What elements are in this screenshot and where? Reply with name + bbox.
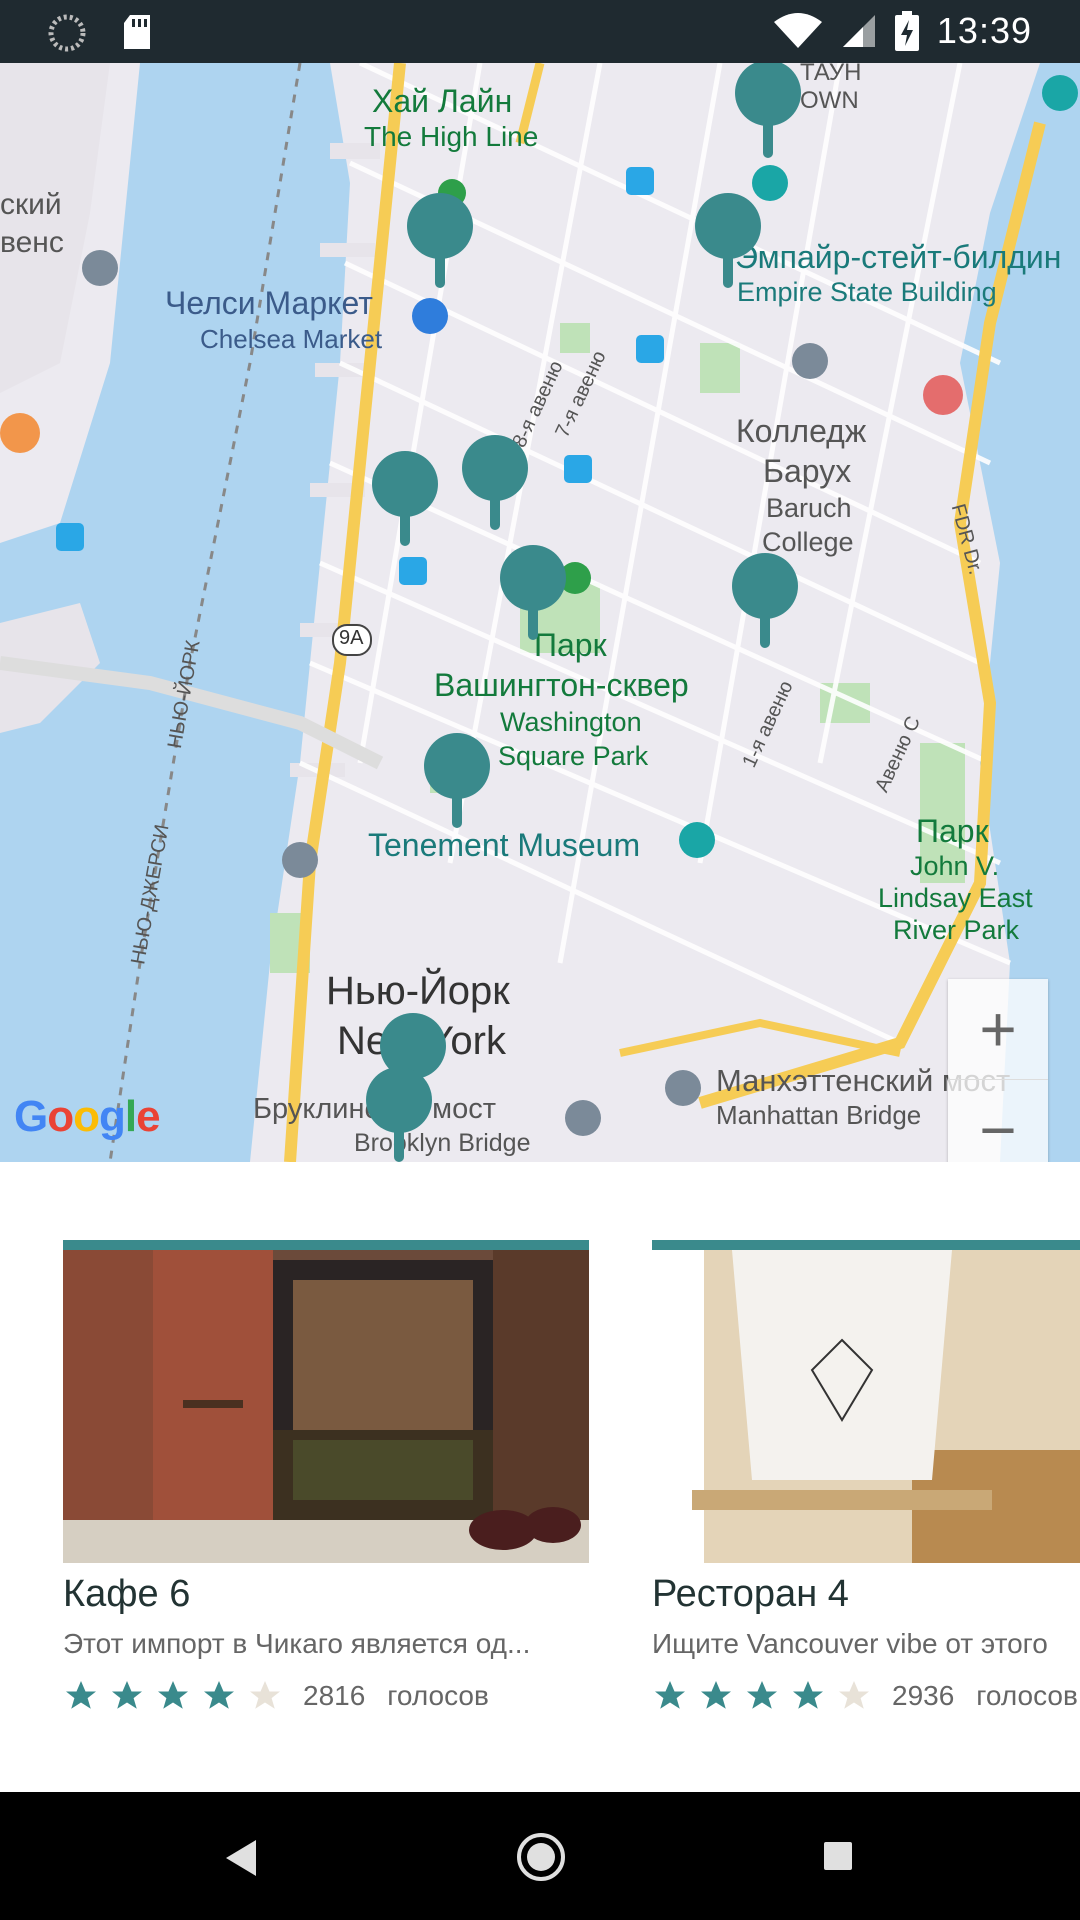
back-icon[interactable] [222,1838,258,1878]
sync-icon [48,14,86,52]
star-filled-icon [66,1681,96,1709]
vote-label: голосов [387,1680,489,1711]
map-label: Вашингтон-сквер [434,667,689,703]
map-view[interactable]: Хай Лайн The High Line Челси Маркет Chel… [0,63,1080,1162]
map-pin[interactable] [693,193,763,288]
map-pin[interactable] [498,545,568,640]
map-label: The High Line [364,121,539,152]
map-label: венс [0,226,64,259]
zoom-controls: + − [948,979,1048,1162]
rating: 2816 голосов [63,1678,589,1714]
place-card[interactable]: Ресторан 4 Ищите Vancouver vibe от этого… [652,1240,1080,1714]
map-pin[interactable] [422,733,492,828]
map-label: Челси Маркет [165,285,373,321]
place-description: Этот импорт в Чикаго является од... [63,1628,531,1659]
navigation-bar [0,1792,1080,1920]
sd-card-icon [124,15,150,49]
home-icon[interactable] [516,1832,566,1882]
star-filled-icon [112,1681,142,1709]
google-logo: Google [14,1092,161,1141]
place-photo [63,1250,589,1563]
map-label: Lindsay East [878,883,1033,913]
map-pin[interactable] [364,1067,434,1162]
map-label: Хай Лайн [372,83,513,119]
map-label: Baruch [766,493,852,523]
card-accent-bar [63,1240,589,1250]
place-photo [652,1250,1080,1563]
map-label: Эмпайр-стейт-билдин [735,239,1062,275]
place-card[interactable]: Кафе 6 Этот импорт в Чикаго является од.… [63,1240,589,1714]
map-pin[interactable] [730,553,800,648]
map-label: ТАУН [800,63,862,86]
map-pin[interactable] [460,435,530,530]
signal-icon [842,15,875,47]
star-empty-icon [250,1681,280,1709]
rating: 2936 голосов [652,1678,1080,1714]
map-pin[interactable] [370,451,440,546]
map-label: Washington [500,707,642,737]
vote-count: 2816 [303,1680,366,1711]
star-filled-icon [747,1681,777,1709]
route-shield-label: 9A [339,627,364,649]
map-label: Square Park [498,741,649,771]
recents-icon[interactable] [822,1840,854,1872]
zoom-out-button[interactable]: − [948,1079,1048,1162]
map-label: OWN [800,87,859,114]
star-empty-icon [839,1681,869,1709]
star-filled-icon [158,1681,188,1709]
map-label: John V. [910,851,1000,881]
clock: 13:39 [936,10,1032,51]
zoom-in-button[interactable]: + [948,979,1048,1079]
status-bar: 13:39 [0,0,1080,63]
map-label: River Park [893,915,1020,945]
map-label: Парк [916,813,989,849]
star-filled-icon [793,1681,823,1709]
wifi-icon [773,13,822,48]
vote-count: 2936 [892,1680,955,1711]
star-filled-icon [655,1681,685,1709]
map-label: Tenement Museum [368,827,641,863]
map-label: Колледж [736,413,867,449]
star-filled-icon [204,1681,234,1709]
map-label: Empire State Building [737,277,997,307]
places-carousel[interactable]: Кафе 6 Этот импорт в Чикаго является од.… [0,1162,1080,1792]
map-label: Барух [763,453,852,489]
place-title: Кафе 6 [63,1573,191,1615]
map-label: Chelsea Market [200,324,383,354]
battery-charging-icon [894,11,919,51]
map-label: Нью-Йорк [326,969,510,1013]
place-description: Ищите Vancouver vibe от этого [652,1628,1048,1659]
map-pin[interactable] [733,63,803,158]
map-pin[interactable] [405,193,475,288]
map-label: ский [0,188,62,221]
card-accent-bar [652,1240,1080,1250]
map-label: Manhattan Bridge [716,1100,922,1130]
vote-label: голосов [976,1680,1078,1711]
star-filled-icon [701,1681,731,1709]
place-title: Ресторан 4 [652,1573,849,1615]
